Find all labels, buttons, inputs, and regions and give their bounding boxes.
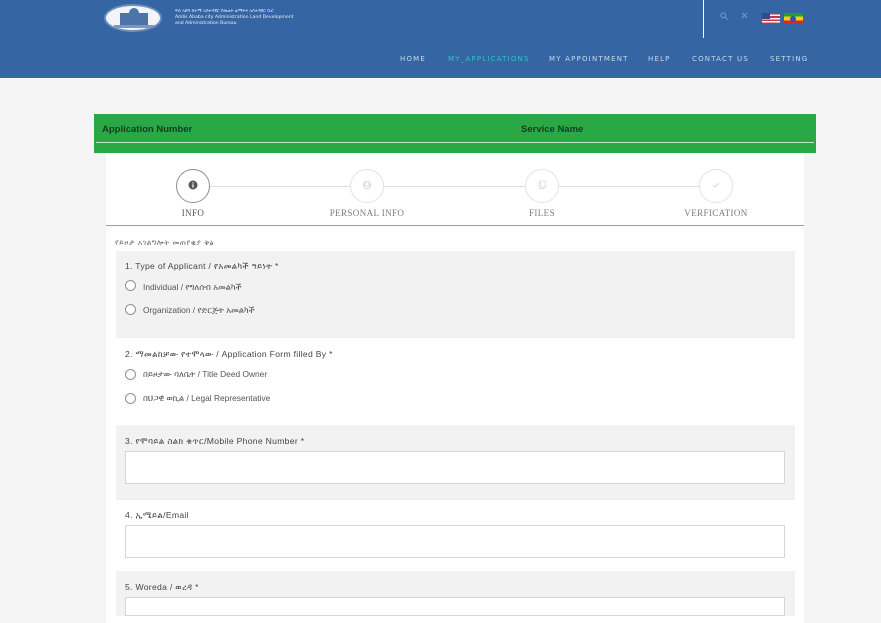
logo-building (120, 8, 148, 25)
nav-help[interactable]: HELP (648, 55, 671, 63)
step-personal-info-label[interactable]: PERSONAL INFO (307, 208, 427, 218)
service-name-label: Service Name (521, 124, 584, 135)
step-verification-label[interactable]: VERFICATION (656, 208, 776, 218)
step-files-label[interactable]: FILES (482, 208, 602, 218)
radio-label-legal-representative[interactable]: በህጋዊ ወኪል / Legal Representative (143, 393, 270, 404)
radio-label-title-deed-owner[interactable]: በይዞታው ባለቤት / Title Deed Owner (143, 369, 267, 380)
nav-my-appointment[interactable]: MY APPOINTMENT (549, 55, 629, 63)
steps-underline (106, 225, 804, 226)
radio-title-deed-owner[interactable] (125, 369, 136, 380)
radio-label-organization[interactable]: Organization / የድርጅት አመልካች (143, 305, 255, 316)
flag-ethiopia-icon[interactable] (784, 13, 803, 24)
radio-label-individual[interactable]: Individual / የግለሰብ አመልካች (143, 282, 241, 293)
radio-legal-representative[interactable] (125, 393, 136, 404)
steps-connector (210, 186, 720, 187)
flag-us-icon[interactable] (762, 13, 780, 24)
mobile-phone-input[interactable] (125, 451, 785, 484)
question-email: 4. ኢሜይል/Email (116, 499, 795, 571)
bureau-logo[interactable] (104, 4, 162, 32)
application-number-label: Application Number (102, 124, 193, 135)
step-info-icon[interactable] (176, 169, 210, 203)
step-files-icon[interactable] (525, 169, 559, 203)
header-divider (703, 0, 704, 38)
step-user-icon[interactable] (350, 169, 384, 203)
email-input[interactable] (125, 525, 785, 558)
search-icon[interactable] (720, 12, 728, 22)
organization-name: ፍሰ አበባ ከተማ አስተዳደር የመሬት ልማትና አስተዳደር ቢሮ Ad… (175, 9, 325, 27)
org-name-line: and Administration Bureau (175, 21, 237, 26)
step-check-icon[interactable] (699, 169, 733, 203)
question-title: 3. የሞባይል ስልክ ቁጥር/Mobile Phone Number * (125, 436, 305, 446)
question-title: 4. ኢሜይል/Email (125, 510, 189, 520)
question-woreda: 5. Woreda / ወረዳ * (116, 571, 795, 616)
question-mobile-phone: 3. የሞባይል ስልክ ቁጥር/Mobile Phone Number * (116, 425, 795, 499)
nav-contact-us[interactable]: CONTACT US (692, 55, 749, 63)
step-info-label[interactable]: INFO (133, 208, 253, 218)
application-info-bar: Application Number Service Name (94, 114, 816, 153)
bar-divider (96, 142, 814, 143)
logo-base (114, 25, 154, 28)
question-title: 2. ማመልከቻው የተሞላው / Application Form fille… (125, 349, 333, 359)
form-subheading: የይዞታ አገልግሎት መጠየቂያ ቅፅ (115, 238, 214, 247)
question-type-of-applicant: 1. Type of Applicant / የአመልካች ዓይነት * Ind… (116, 251, 795, 337)
radio-individual[interactable] (125, 280, 136, 291)
nav-my-applications[interactable]: MY_APPLICATIONS (448, 55, 530, 63)
close-icon[interactable] (741, 12, 748, 21)
top-header: ፍሰ አበባ ከተማ አስተዳደር የመሬት ልማትና አስተዳደር ቢሮ Ad… (0, 0, 881, 78)
question-title: 1. Type of Applicant / የአመልካች ዓይነት * (125, 261, 279, 271)
nav-setting[interactable]: SETTING (770, 55, 808, 63)
radio-organization[interactable] (125, 304, 136, 315)
nav-home[interactable]: HOME (400, 55, 426, 63)
question-form-filled-by: 2. ማመልከቻው የተሞላው / Application Form fille… (116, 337, 795, 425)
question-title: 5. Woreda / ወረዳ * (125, 582, 199, 592)
woreda-input[interactable] (125, 597, 785, 616)
